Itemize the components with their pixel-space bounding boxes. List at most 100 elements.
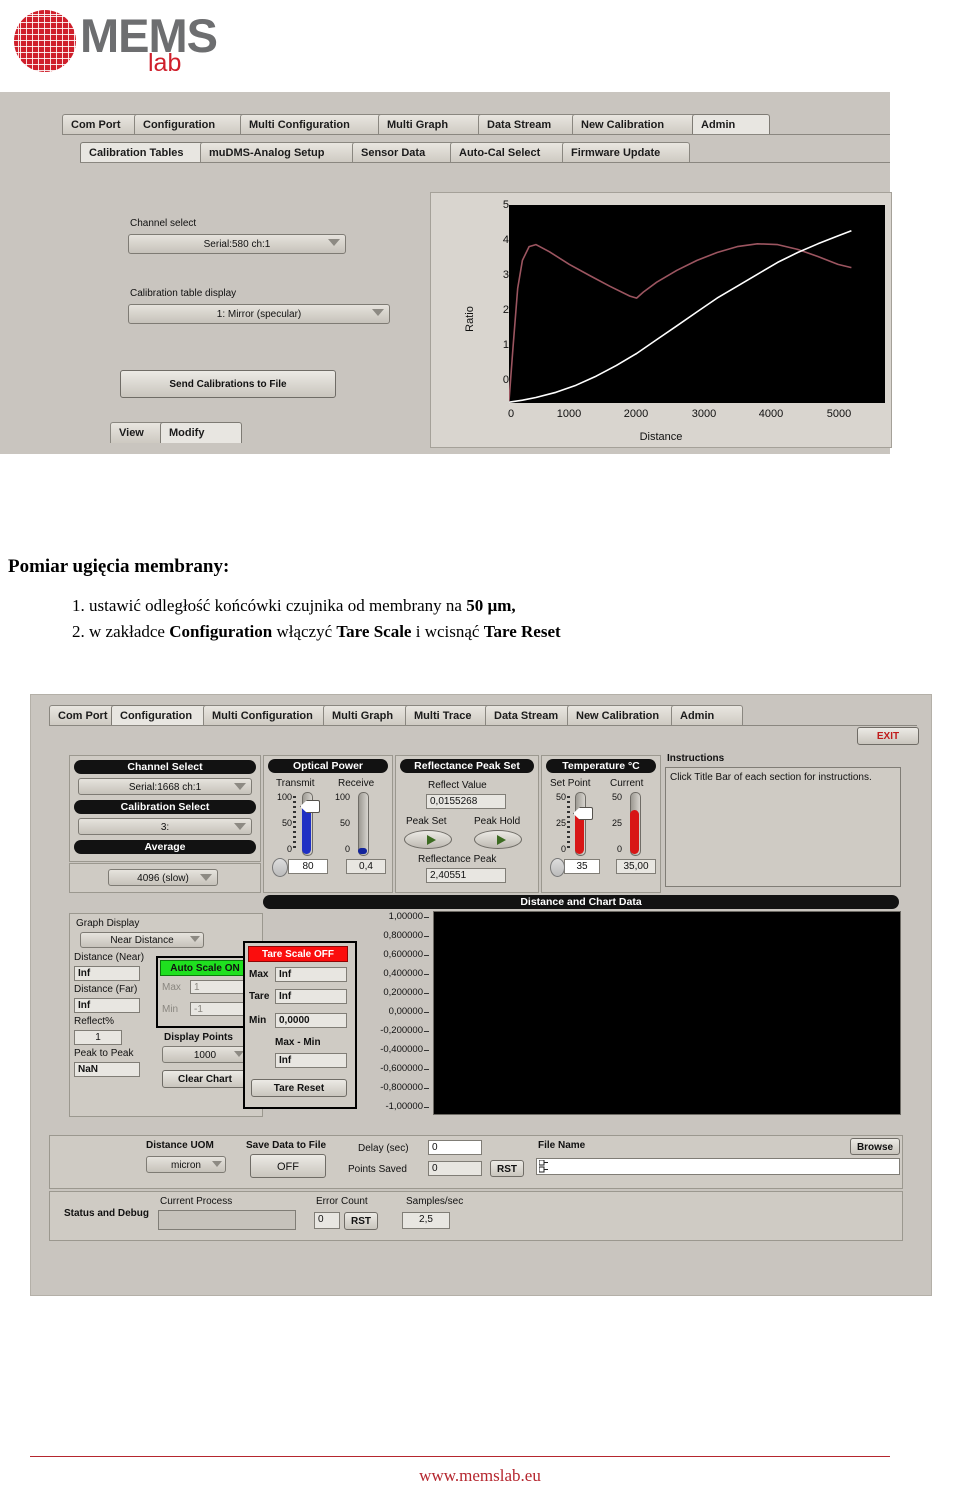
- distance-chart-data-title[interactable]: Distance and Chart Data: [263, 895, 899, 909]
- instruction-2-button: Tare Reset: [483, 622, 561, 641]
- tab-firmware-update[interactable]: Firmware Update: [562, 142, 690, 163]
- distance-uom-dropdown[interactable]: micron: [146, 1156, 226, 1173]
- average-value: 4096 (slow): [137, 873, 189, 884]
- y-tick: 0: [502, 374, 509, 386]
- file-name-label: File Name: [538, 1140, 586, 1151]
- tab-new-calibration[interactable]: New Calibration: [567, 705, 687, 726]
- top-tab-bar-secondary[interactable]: Calibration Tables muDMS-Analog Setup Se…: [80, 140, 892, 164]
- chevron-down-icon: [212, 1161, 222, 1167]
- setpoint-increment-icon[interactable]: [550, 858, 565, 877]
- peak-set-button[interactable]: [404, 830, 452, 849]
- instructions-title[interactable]: Instructions: [667, 753, 724, 764]
- graph-display-dropdown[interactable]: Near Distance: [80, 932, 204, 948]
- average-title[interactable]: Average: [74, 840, 256, 854]
- peak-hold-label: Peak Hold: [474, 816, 521, 827]
- chart-y-tick: -0,200000: [380, 1025, 423, 1036]
- setpoint-value-input[interactable]: 35: [564, 859, 600, 874]
- tab-new-calibration[interactable]: New Calibration: [572, 114, 708, 135]
- chart-y-tick: -0,400000: [380, 1044, 423, 1055]
- setpoint-minor-ticks: [567, 796, 570, 850]
- file-name-input[interactable]: [536, 1158, 900, 1175]
- tab-multi-configuration[interactable]: Multi Configuration: [203, 705, 339, 726]
- exit-button[interactable]: EXIT: [857, 727, 919, 745]
- save-data-label: Save Data to File: [246, 1140, 327, 1151]
- tab-admin[interactable]: Admin: [671, 705, 743, 726]
- tab-sensor-data[interactable]: Sensor Data: [352, 142, 466, 163]
- chart-y-tick: 0,600000: [383, 949, 423, 960]
- points-saved-label: Points Saved: [348, 1164, 407, 1175]
- tab-mudms-analog-setup[interactable]: muDMS-Analog Setup: [200, 142, 368, 163]
- tab-multi-configuration[interactable]: Multi Configuration: [240, 114, 394, 135]
- transmit-tick-50: 50: [281, 818, 292, 828]
- graph-display-panel: Graph Display Near Distance Distance (Ne…: [69, 913, 263, 1117]
- chart-y-tick-mark: [424, 955, 429, 956]
- calibration-select-title[interactable]: Calibration Select: [74, 800, 256, 814]
- tab-calibration-tables[interactable]: Calibration Tables: [80, 142, 216, 163]
- reflect-value-display: 0,0155268: [426, 794, 506, 809]
- transmit-increment-icon[interactable]: [272, 858, 288, 877]
- x-tick: 3000: [691, 408, 717, 420]
- clear-chart-button[interactable]: Clear Chart: [162, 1070, 248, 1088]
- setpoint-tick-25: 25: [555, 818, 566, 828]
- delay-input[interactable]: 0: [428, 1140, 482, 1155]
- send-calibrations-to-file-button[interactable]: Send Calibrations to File: [120, 370, 336, 398]
- setpoint-tick-50: 50: [555, 792, 566, 802]
- tab-configuration[interactable]: Configuration: [134, 114, 256, 135]
- chart-y-tick: -1,00000: [385, 1101, 423, 1112]
- current-tick-25: 25: [611, 818, 622, 828]
- calibration-select-dropdown[interactable]: 3:: [78, 818, 252, 835]
- channel-select-dropdown[interactable]: Serial:580 ch:1: [128, 234, 346, 254]
- transmit-tick-0: 0: [286, 844, 292, 854]
- tab-auto-cal-select[interactable]: Auto-Cal Select: [450, 142, 578, 163]
- chart-y-tick-mark: [424, 1088, 429, 1089]
- distance-far-label: Distance (Far): [74, 984, 138, 995]
- peak-hold-button[interactable]: [474, 830, 522, 849]
- status-debug-label[interactable]: Status and Debug: [64, 1208, 149, 1219]
- graph-display-value: Near Distance: [110, 935, 174, 946]
- y-tick: 5: [502, 199, 509, 211]
- distance-near-value: Inf: [74, 966, 140, 981]
- tare-scale-toggle[interactable]: Tare Scale OFF: [248, 946, 348, 962]
- optical-power-title[interactable]: Optical Power: [268, 759, 388, 773]
- transmit-value-input[interactable]: 80: [288, 859, 328, 874]
- top-tab-bar-primary[interactable]: Com Port Configuration Multi Configurati…: [62, 112, 892, 136]
- receive-tick-0: 0: [344, 844, 350, 854]
- current-temp-display: 35,00: [616, 859, 656, 874]
- auto-scale-max-value[interactable]: 1: [190, 980, 248, 994]
- tab-modify[interactable]: Modify: [160, 422, 242, 443]
- calibration-table-dropdown[interactable]: 1: Mirror (specular): [128, 304, 390, 324]
- receive-label: Receive: [338, 778, 375, 789]
- display-points-dropdown[interactable]: 1000: [162, 1046, 248, 1063]
- channel-select-title[interactable]: Channel Select: [74, 760, 256, 774]
- browse-button[interactable]: Browse: [850, 1138, 900, 1155]
- receive-gauge-track: [358, 792, 369, 856]
- distance-far-value: Inf: [74, 998, 140, 1013]
- auto-scale-min-value[interactable]: -1: [190, 1002, 248, 1016]
- logo-lab-text: lab: [148, 49, 182, 77]
- reflectance-peak-set-title[interactable]: Reflectance Peak Set: [400, 759, 534, 773]
- tab-admin[interactable]: Admin: [692, 114, 770, 135]
- reflectance-peak-set-panel: Reflectance Peak Set Reflect Value 0,015…: [395, 755, 539, 893]
- instructions-heading: Pomiar ugięcia membrany:: [8, 556, 230, 577]
- chart-y-tick-mark: [424, 1012, 429, 1013]
- set-point-label: Set Point: [550, 778, 591, 789]
- channel-select-dropdown[interactable]: Serial:1668 ch:1: [78, 778, 252, 795]
- error-reset-button[interactable]: RST: [344, 1212, 378, 1230]
- points-saved-value: 0: [428, 1161, 482, 1176]
- bottom-tab-bar[interactable]: Com Port Configuration Multi Configurati…: [49, 703, 919, 727]
- save-data-toggle[interactable]: OFF: [250, 1154, 326, 1178]
- chart-y-tick: -0,600000: [380, 1063, 423, 1074]
- tare-reset-button[interactable]: Tare Reset: [251, 1079, 347, 1097]
- tab-underline-2: [80, 162, 890, 163]
- chart-y-tick: 0,00000: [388, 1006, 423, 1017]
- status-debug-panel: Status and Debug Current Process Error C…: [49, 1191, 903, 1241]
- temperature-title[interactable]: Temperature °C: [546, 759, 656, 773]
- chevron-down-icon: [200, 874, 212, 881]
- distance-chart: 1,00000 0,800000 0,600000 0,400000 0,200000 0…: [357, 911, 901, 1115]
- distance-uom-label: Distance UOM: [146, 1140, 214, 1151]
- auto-scale-toggle[interactable]: Auto Scale ON: [160, 960, 250, 976]
- points-saved-reset-button[interactable]: RST: [490, 1160, 524, 1177]
- instruction-item-1: 1. ustawić odległość końcówki czujnika o…: [72, 596, 516, 616]
- tab-multi-graph[interactable]: Multi Graph: [378, 114, 494, 135]
- average-dropdown[interactable]: 4096 (slow): [108, 869, 218, 886]
